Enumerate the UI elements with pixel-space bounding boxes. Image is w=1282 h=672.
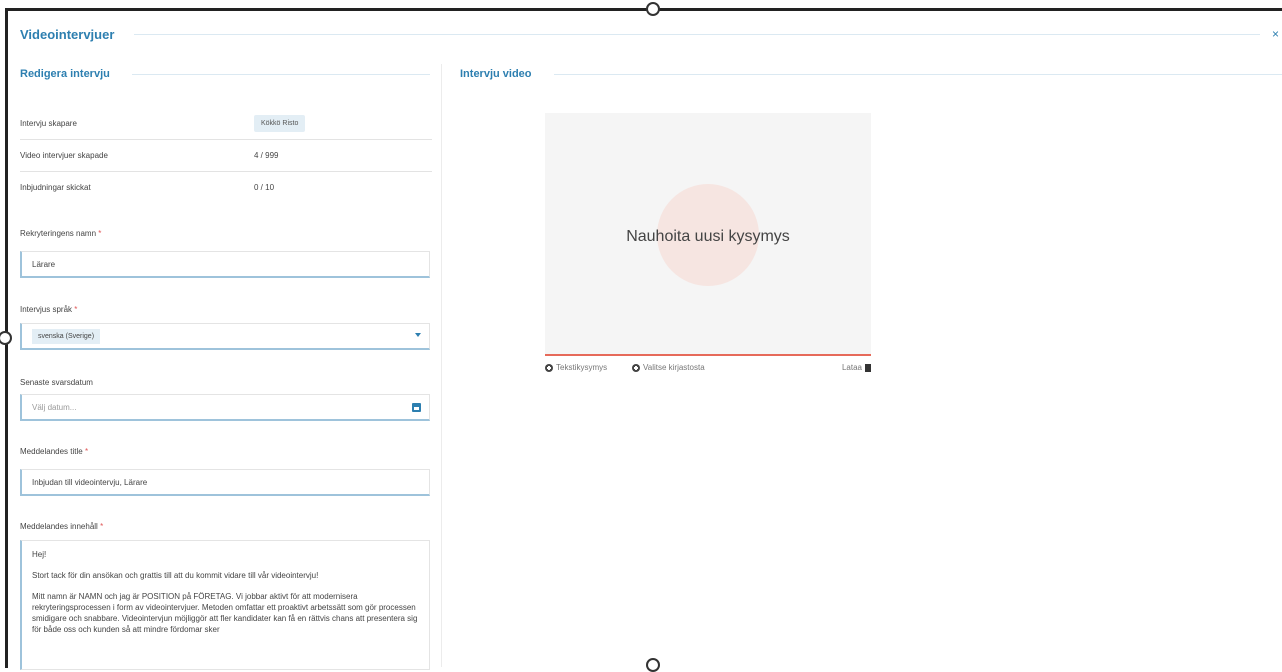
upload-label: Lataa	[841, 363, 862, 372]
info-label: Inbjudningar skickat	[20, 183, 91, 192]
record-prompt[interactable]: Nauhoita uusi kysymys	[545, 228, 871, 246]
video-recorder[interactable]: Nauhoita uusi kysymys	[545, 113, 871, 355]
required-marker: *	[98, 229, 102, 238]
interview-video-header: Intervju video	[460, 68, 1282, 80]
message-paragraph: Mitt namn är NAMN och jag är POSITION på…	[32, 592, 418, 634]
info-row-invites-sent: Inbjudningar skickat 0 / 10	[20, 172, 432, 203]
interview-video-title: Intervju video	[460, 68, 532, 80]
message-paragraph: Stort tack för din ansökan och grattis t…	[32, 571, 319, 580]
edit-interview-title: Redigera intervju	[20, 68, 110, 80]
required-marker: *	[100, 522, 104, 531]
recruitment-name-input[interactable]: Lärare	[20, 251, 430, 278]
close-icon[interactable]: ×	[1272, 27, 1282, 41]
info-row-videos-created: Video intervjuer skapade 4 / 999	[20, 140, 432, 172]
choose-library-button[interactable]: Valitse kirjastosta	[632, 363, 705, 372]
message-title-label: Meddelandes title *	[20, 447, 89, 456]
dialog-header: Videointervjuer ×	[20, 22, 1282, 46]
dialog-title: Videointervjuer	[20, 26, 115, 42]
upload-button[interactable]: Lataa	[842, 363, 871, 372]
info-row-creator: Intervju skapare Kökkö Risto	[20, 108, 432, 140]
video-controls: Tekstikysymys Valitse kirjastosta Lataa	[545, 363, 871, 375]
creator-chip: Kökkö Risto	[254, 115, 306, 132]
deadline-placeholder: Välj datum...	[32, 402, 77, 412]
deadline-label: Senaste svarsdatum	[20, 378, 93, 387]
recruitment-name-label: Rekryteringens namn *	[20, 229, 102, 238]
recruitment-name-value: Lärare	[32, 259, 56, 269]
video-progress-bar	[545, 354, 871, 356]
section-divider	[553, 73, 1282, 75]
info-value: 4 / 999	[254, 151, 279, 160]
chevron-down-icon[interactable]	[415, 333, 421, 337]
message-paragraph: Hej!	[32, 550, 47, 559]
message-title-value: Inbjudan till videointervju, Lärare	[32, 477, 148, 487]
choose-library-label: Valitse kirjastosta	[643, 363, 705, 372]
section-divider	[131, 73, 430, 75]
calendar-icon[interactable]	[412, 403, 421, 412]
message-title-input[interactable]: Inbjudan till videointervju, Lärare	[20, 469, 430, 496]
add-icon	[632, 363, 640, 372]
interview-info-table: Intervju skapare Kökkö Risto Video inter…	[20, 108, 432, 203]
deadline-date-input[interactable]: Välj datum...	[20, 394, 430, 421]
info-label: Intervju skapare	[20, 119, 77, 128]
file-icon	[865, 363, 871, 372]
info-label: Video intervjuer skapade	[20, 151, 108, 160]
language-label: Intervjus språk *	[20, 305, 78, 314]
resize-handle-bottom[interactable]	[646, 658, 660, 672]
title-divider	[134, 33, 1260, 35]
language-select[interactable]: svenska (Sverige)	[20, 323, 430, 350]
resize-handle-top[interactable]	[646, 2, 660, 16]
add-icon	[545, 363, 553, 372]
text-question-label: Tekstikysymys	[556, 363, 608, 372]
language-selected-chip: svenska (Sverige)	[32, 328, 101, 344]
required-marker: *	[84, 447, 89, 456]
text-question-button[interactable]: Tekstikysymys	[545, 363, 607, 372]
column-divider	[441, 64, 442, 667]
message-body-textarea[interactable]: Hej! Stort tack för din ansökan och grat…	[20, 540, 430, 670]
message-body-label: Meddelandes innehåll *	[20, 522, 104, 531]
info-value: 0 / 10	[254, 183, 275, 192]
required-marker: *	[74, 305, 78, 314]
edit-interview-header: Redigera intervju	[20, 68, 430, 80]
